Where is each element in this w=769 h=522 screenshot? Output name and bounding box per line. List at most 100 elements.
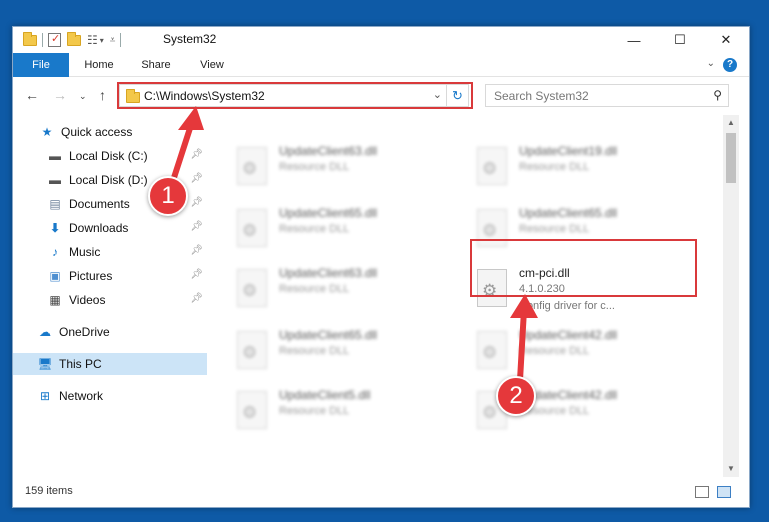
vertical-scrollbar[interactable]: ▲ ▼: [723, 115, 739, 477]
computer-icon: 🖥︎: [37, 357, 53, 371]
sidebar-item-label: Pictures: [69, 269, 113, 283]
network-icon: ⊞: [39, 389, 51, 403]
item-count: 159 items: [25, 485, 73, 497]
sidebar-item-label: OneDrive: [59, 325, 110, 339]
sidebar-item-network[interactable]: ⊞ Network: [13, 385, 207, 407]
pin-icon: 📌︎: [190, 221, 203, 232]
pin-icon: 📌︎: [190, 245, 203, 256]
file-item[interactable]: UpdateClient19.dll Resource DLL: [471, 141, 691, 197]
dll-file-icon: [237, 209, 267, 247]
sidebar-item-label: This PC: [59, 357, 102, 371]
cloud-icon: ☁: [39, 325, 51, 339]
sidebar-item-label: Downloads: [69, 221, 129, 235]
file-name: UpdateClient19.dll: [519, 144, 618, 158]
sidebar-item-label: Local Disk (C:): [69, 149, 148, 163]
status-bar: 159 items: [13, 479, 749, 507]
sidebar-item-label: Documents: [69, 197, 130, 211]
sidebar-item-label: Videos: [69, 293, 106, 307]
scroll-down-icon[interactable]: ▼: [723, 461, 739, 477]
file-item[interactable]: UpdateClient63.dll Resource DLL: [231, 263, 451, 319]
arrow-2-icon: [510, 294, 538, 383]
file-name: UpdateClient65.dll: [519, 206, 618, 220]
new-folder-icon[interactable]: [67, 31, 81, 46]
details-view-icon[interactable]: [695, 486, 709, 498]
sidebar-item-downloads[interactable]: ⬇ Downloads 📌︎: [13, 217, 207, 239]
toolbar-separator: [42, 33, 43, 47]
dll-file-icon: [237, 147, 267, 185]
search-input[interactable]: Search System32 ⚲: [485, 84, 729, 107]
dll-file-icon: [237, 269, 267, 307]
maximize-button[interactable]: ☐: [657, 27, 703, 53]
file-name: UpdateClient63.dll: [279, 266, 378, 280]
dll-file-icon: [237, 331, 267, 369]
music-icon: ♪: [52, 245, 58, 259]
quick-access-toolbar: ☷ ▾ ⩡: [23, 31, 126, 49]
maximize-icon: ☐: [674, 32, 686, 47]
sidebar-item-label: Network: [59, 389, 104, 403]
forward-arrow-icon[interactable]: →: [53, 87, 67, 103]
file-highlight: [470, 239, 697, 297]
dropdown-arrow-icon[interactable]: ▾: [100, 36, 104, 45]
toolbar-separator: [120, 33, 122, 47]
title-bar: ☷ ▾ ⩡ System32 — ☐ ✕: [13, 27, 749, 53]
pictures-icon: ▣: [49, 269, 61, 283]
properties-icon[interactable]: [48, 32, 61, 47]
tab-view[interactable]: View: [189, 53, 235, 77]
up-arrow-icon[interactable]: ↑: [99, 87, 106, 103]
close-button[interactable]: ✕: [703, 27, 749, 53]
tab-home[interactable]: Home: [75, 53, 123, 77]
file-name: UpdateClient63.dll: [279, 144, 378, 158]
file-name: UpdateClient65.dll: [279, 206, 378, 220]
recent-locations-icon[interactable]: ⌄: [79, 91, 87, 102]
step-2-badge: 2: [496, 376, 536, 416]
customize-toolbar-icon[interactable]: ⩡: [110, 35, 116, 46]
window-title: System32: [163, 32, 217, 46]
file-description: Resource DLL: [279, 161, 350, 173]
scrollbar-thumb[interactable]: [726, 133, 736, 183]
download-icon: ⬇: [49, 221, 61, 235]
close-icon: ✕: [720, 32, 732, 47]
videos-icon: ▦: [49, 293, 61, 307]
back-arrow-icon[interactable]: ←: [25, 87, 39, 103]
file-description: Resource DLL: [279, 345, 350, 357]
help-icon[interactable]: ?: [723, 58, 737, 72]
sidebar-item-music[interactable]: ♪ Music 📌︎: [13, 241, 207, 263]
sidebar-item-label: Quick access: [61, 125, 133, 139]
sidebar-item-videos[interactable]: ▦ Videos 📌︎: [13, 289, 207, 311]
large-icons-view-icon[interactable]: [717, 486, 731, 498]
file-description: Resource DLL: [279, 283, 350, 295]
sidebar-item-label: Music: [69, 245, 101, 259]
sidebar-item-label: Local Disk (D:): [69, 173, 148, 187]
ribbon: File Home Share View ⌄ ?: [13, 53, 749, 77]
sidebar-item-pictures[interactable]: ▣ Pictures 📌︎: [13, 265, 207, 287]
expand-ribbon-icon[interactable]: ⌄: [707, 58, 715, 69]
search-icon[interactable]: ⚲: [713, 88, 722, 102]
tab-file[interactable]: File: [13, 53, 69, 77]
pin-icon: 📌︎: [190, 293, 203, 304]
star-icon: ★: [41, 125, 53, 139]
file-description: Resource DLL: [519, 223, 590, 235]
minimize-button[interactable]: —: [611, 27, 657, 53]
dll-file-icon: [477, 147, 507, 185]
dll-file-icon: [237, 391, 267, 429]
drive-icon: ▬: [49, 149, 61, 163]
view-options-icon[interactable]: ☷: [87, 33, 98, 47]
search-placeholder: Search System32: [494, 89, 589, 103]
pin-icon: 📌︎: [190, 269, 203, 280]
tab-share[interactable]: Share: [133, 53, 179, 77]
sidebar-item-this-pc[interactable]: 🖥︎ This PC: [13, 353, 207, 375]
file-item[interactable]: UpdateClient65.dll Resource DLL: [231, 203, 451, 259]
folder-icon: [23, 31, 37, 46]
sidebar-item-onedrive[interactable]: ☁ OneDrive: [13, 321, 207, 343]
scroll-up-icon[interactable]: ▲: [723, 115, 739, 131]
file-description: Resource DLL: [279, 223, 350, 235]
documents-icon: ▤: [49, 197, 61, 211]
file-description: Resource DLL: [279, 405, 350, 417]
file-description: Resource DLL: [519, 161, 590, 173]
minimize-icon: —: [627, 32, 641, 48]
file-name: UpdateClient65.dll: [279, 328, 378, 342]
file-item[interactable]: UpdateClient5.dll Resource DLL: [231, 385, 451, 441]
file-item[interactable]: UpdateClient63.dll Resource DLL: [231, 141, 451, 197]
file-item[interactable]: UpdateClient65.dll Resource DLL: [231, 325, 451, 381]
file-name: UpdateClient5.dll: [279, 388, 371, 402]
